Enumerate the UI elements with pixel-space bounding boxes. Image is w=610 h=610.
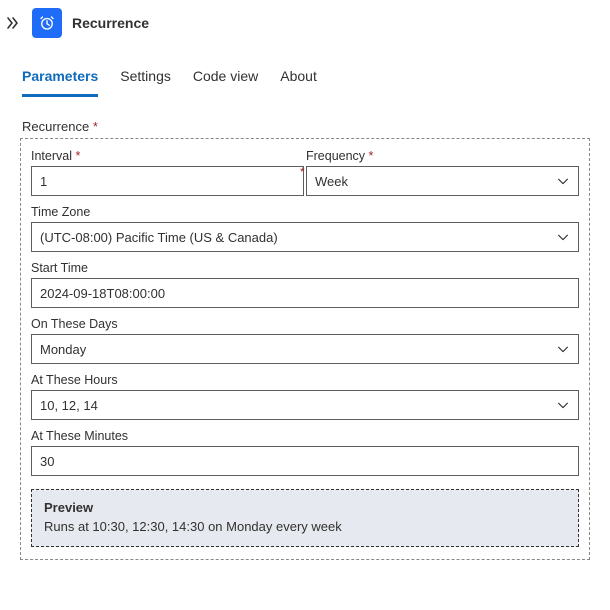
- timezone-label: Time Zone: [31, 205, 579, 219]
- required-marker: *: [75, 149, 80, 163]
- starttime-input[interactable]: 2024-09-18T08:00:00: [31, 278, 579, 308]
- starttime-label: Start Time: [31, 261, 579, 275]
- section-label-text: Recurrence: [22, 119, 89, 134]
- chevron-down-icon: [556, 342, 570, 356]
- field-days: On These Days Monday: [31, 317, 579, 364]
- chevron-down-icon: [556, 174, 570, 188]
- required-marker: *: [300, 165, 305, 179]
- interval-label-text: Interval: [31, 149, 72, 163]
- preview-box: Preview Runs at 10:30, 12:30, 14:30 on M…: [31, 489, 579, 547]
- clock-icon: [32, 8, 62, 38]
- tab-codeview[interactable]: Code view: [193, 64, 258, 97]
- preview-text: Runs at 10:30, 12:30, 14:30 on Monday ev…: [44, 519, 566, 534]
- minutes-label: At These Minutes: [31, 429, 579, 443]
- tab-bar: Parameters Settings Code view About: [0, 42, 610, 97]
- section-label: Recurrence *: [0, 97, 610, 136]
- required-marker: *: [93, 119, 98, 134]
- days-value: Monday: [40, 342, 86, 357]
- interval-value: 1: [40, 174, 47, 189]
- field-interval: Interval * 1: [31, 149, 304, 196]
- panel-header: Recurrence: [0, 0, 610, 42]
- field-minutes: At These Minutes 30: [31, 429, 579, 476]
- panel-title: Recurrence: [72, 15, 149, 31]
- days-select[interactable]: Monday: [31, 334, 579, 364]
- chevron-down-icon: [556, 398, 570, 412]
- recurrence-fieldset: Interval * 1 Frequency * * Week Time Zon…: [20, 138, 590, 560]
- chevron-down-icon: [556, 230, 570, 244]
- days-label: On These Days: [31, 317, 579, 331]
- minutes-input[interactable]: 30: [31, 446, 579, 476]
- tab-about[interactable]: About: [280, 64, 317, 97]
- required-marker: *: [369, 149, 374, 163]
- frequency-select[interactable]: * Week: [306, 166, 579, 196]
- interval-label: Interval *: [31, 149, 304, 163]
- starttime-value: 2024-09-18T08:00:00: [40, 286, 165, 301]
- frequency-value: Week: [315, 174, 348, 189]
- expand-icon[interactable]: [4, 14, 22, 32]
- timezone-select[interactable]: (UTC-08:00) Pacific Time (US & Canada): [31, 222, 579, 252]
- frequency-label-text: Frequency: [306, 149, 365, 163]
- tab-parameters[interactable]: Parameters: [22, 64, 98, 97]
- interval-input[interactable]: 1: [31, 166, 304, 196]
- hours-select[interactable]: 10, 12, 14: [31, 390, 579, 420]
- timezone-value: (UTC-08:00) Pacific Time (US & Canada): [40, 230, 278, 245]
- preview-title: Preview: [44, 500, 566, 515]
- hours-value: 10, 12, 14: [40, 398, 98, 413]
- row-interval-frequency: Interval * 1 Frequency * * Week: [31, 149, 579, 196]
- tab-settings[interactable]: Settings: [120, 64, 171, 97]
- field-frequency: Frequency * * Week: [306, 149, 579, 196]
- hours-label: At These Hours: [31, 373, 579, 387]
- field-hours: At These Hours 10, 12, 14: [31, 373, 579, 420]
- field-starttime: Start Time 2024-09-18T08:00:00: [31, 261, 579, 308]
- field-timezone: Time Zone (UTC-08:00) Pacific Time (US &…: [31, 205, 579, 252]
- frequency-label: Frequency *: [306, 149, 579, 163]
- minutes-value: 30: [40, 454, 54, 469]
